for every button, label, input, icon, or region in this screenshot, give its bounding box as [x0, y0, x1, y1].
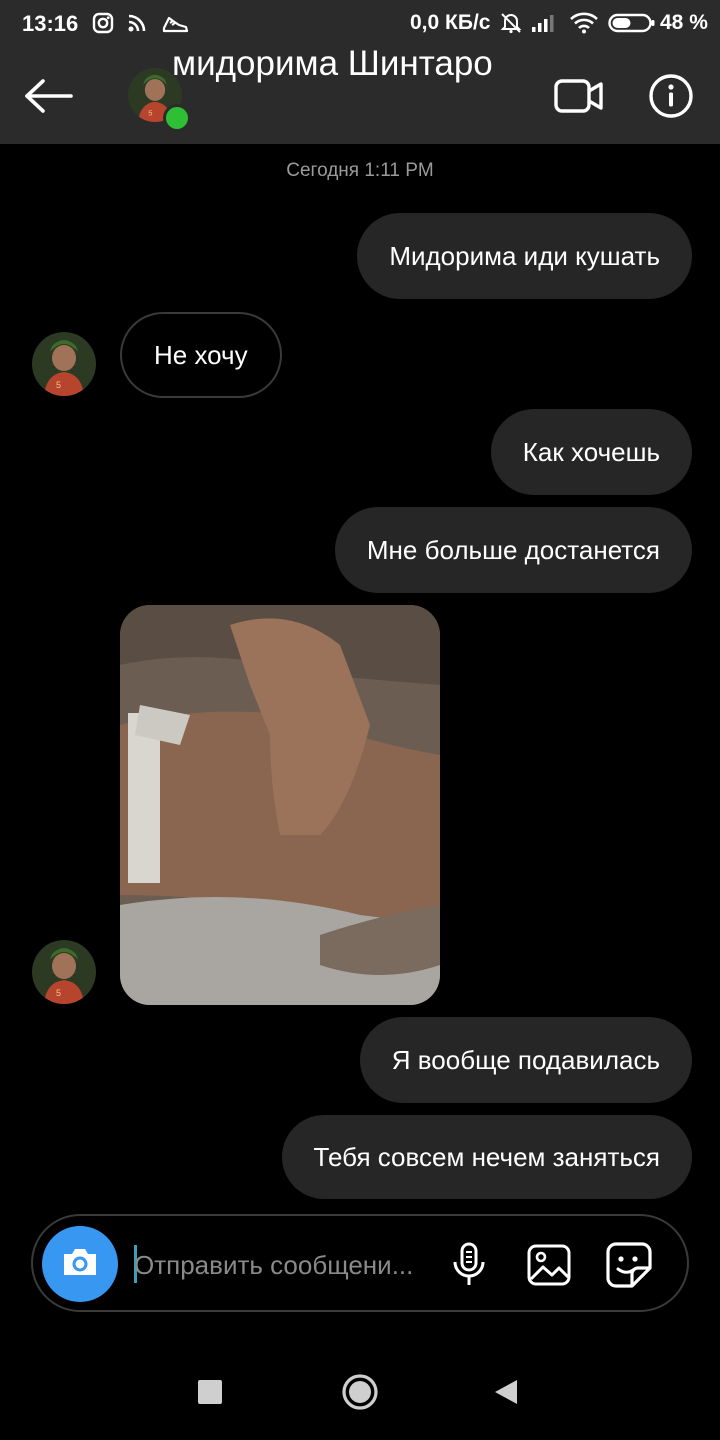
message-text: Не хочу [154, 339, 248, 370]
message-text: Мидорима иди кушать [389, 240, 660, 271]
back-triangle-icon[interactable] [492, 1378, 520, 1406]
message-bubble-incoming[interactable]: Не хочу [120, 312, 282, 398]
battery-icon [608, 10, 656, 36]
message-text: Я вообще подавилась [391, 1044, 660, 1075]
camera-icon [60, 1245, 100, 1284]
recents-square-icon[interactable] [198, 1380, 222, 1404]
instagram-icon [90, 10, 116, 36]
network-speed: 0,0 КБ/с [410, 11, 491, 34]
message-bubble-outgoing[interactable]: Как хочешь [490, 409, 692, 495]
home-circle-icon[interactable] [341, 1373, 379, 1411]
photo-message[interactable] [120, 605, 440, 1005]
message-text: Как хочешь [522, 436, 660, 467]
video-call-icon[interactable] [552, 72, 606, 120]
sender-avatar[interactable]: 5 [32, 332, 96, 396]
svg-text:5: 5 [148, 108, 152, 117]
sender-avatar[interactable]: 5 [32, 940, 96, 1004]
wifi-icon [568, 10, 600, 36]
message-bubble-outgoing[interactable]: Мидорима иди кушать [357, 213, 692, 299]
online-status-dot [163, 104, 191, 132]
sticker-icon[interactable] [604, 1240, 654, 1290]
gallery-icon[interactable] [524, 1240, 574, 1290]
message-text: Мне больше достанется [366, 534, 660, 565]
mute-icon [498, 10, 524, 36]
message-bubble-outgoing[interactable]: Тебя совсем нечем заняться [281, 1115, 692, 1199]
status-time: 13:16 [22, 11, 79, 36]
message-input[interactable] [134, 1240, 434, 1290]
battery-percent: 48 % [660, 11, 708, 34]
info-icon[interactable] [648, 73, 694, 119]
back-arrow-icon[interactable] [20, 70, 76, 122]
microphone-icon[interactable] [444, 1240, 494, 1290]
svg-text:5: 5 [56, 380, 61, 390]
message-bubble-outgoing[interactable]: Я вообще подавилась [359, 1017, 692, 1103]
chat-timestamp: Сегодня 1:11 PM [286, 160, 434, 181]
signal-icon [530, 10, 556, 36]
contact-name[interactable]: мидорима Шинтаро [172, 44, 493, 84]
message-bubble-outgoing[interactable]: Мне больше достанется [334, 507, 692, 593]
cast-icon [124, 10, 150, 36]
message-text: Тебя совсем нечем заняться [313, 1141, 660, 1172]
camera-button[interactable] [42, 1226, 118, 1302]
shoe-icon [160, 10, 190, 36]
svg-text:5: 5 [56, 988, 61, 998]
